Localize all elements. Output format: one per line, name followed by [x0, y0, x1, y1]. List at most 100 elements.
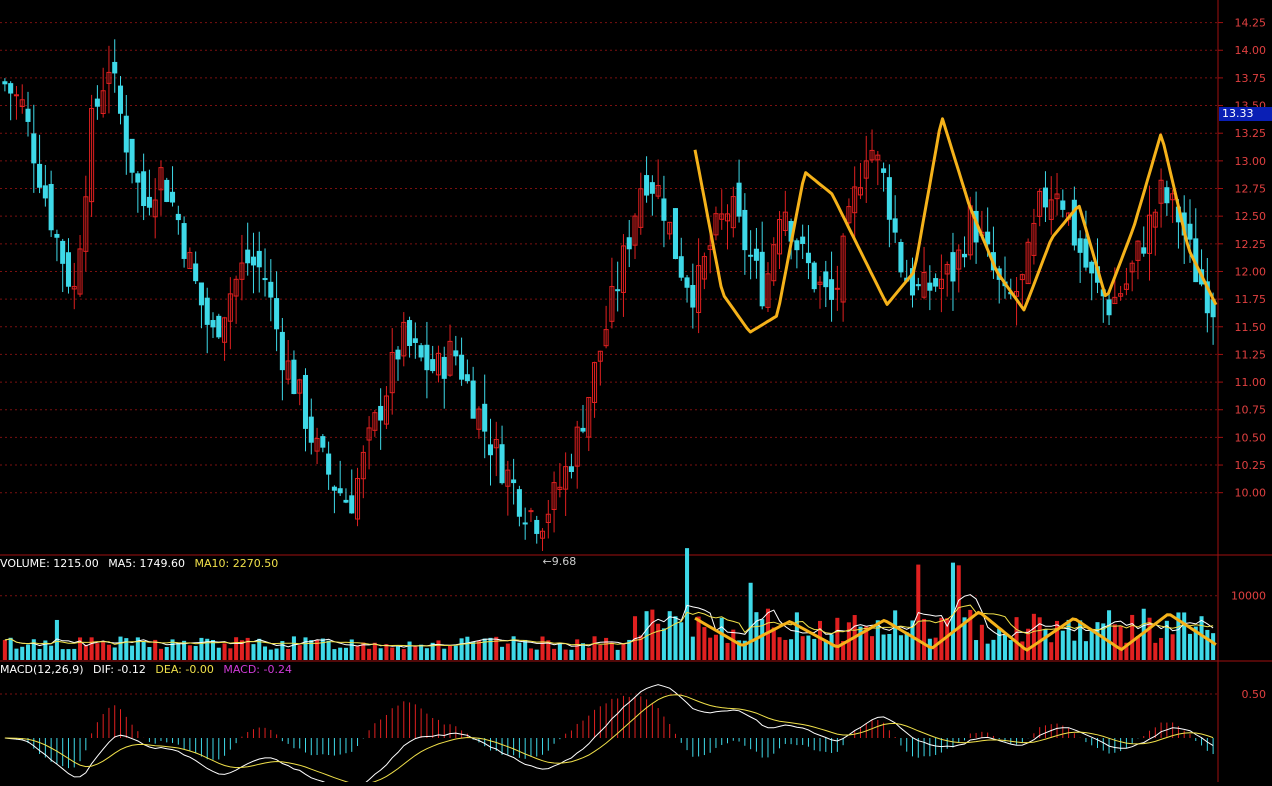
candle-body: [170, 191, 176, 203]
volume-ma10-line: [4, 604, 1214, 647]
volume-bar: [303, 637, 308, 660]
volume-bar: [812, 638, 817, 660]
volume-bar: [199, 637, 204, 660]
volume-bar: [725, 642, 730, 660]
candle-body: [418, 345, 424, 358]
candle-body: [326, 453, 332, 475]
volume-bar: [193, 645, 198, 660]
volume-bar: [390, 647, 395, 660]
volume-bar: [609, 642, 614, 660]
volume-bar: [465, 636, 470, 660]
candle-body: [424, 344, 430, 371]
volume-bar: [37, 648, 42, 660]
volume-bar: [1187, 633, 1193, 660]
candle-body: [378, 405, 384, 421]
volume-bar: [476, 640, 481, 660]
volume-bar: [372, 642, 377, 660]
volume-bar: [1055, 620, 1060, 660]
volume-bar: [8, 637, 13, 660]
candle-body: [430, 359, 436, 372]
macd-title: MACD(12,26,9): [0, 663, 84, 676]
candle-body: [661, 198, 667, 221]
candle-body: [811, 262, 817, 290]
candle-body: [933, 278, 939, 287]
candle-body: [337, 488, 343, 494]
volume-bar: [1199, 616, 1204, 660]
volume-bar: [413, 646, 418, 660]
volume-bar: [794, 612, 799, 660]
price-tick-label: 12.25: [1235, 238, 1267, 251]
candle-body: [962, 253, 968, 258]
volume-ma5-label: MA5: 1749.60: [108, 557, 185, 570]
volume-bar: [708, 637, 713, 660]
candle-body: [927, 282, 933, 291]
volume-bar: [268, 649, 273, 660]
volume-bar: [650, 609, 655, 660]
volume-value-label: VOLUME: 1215.00: [0, 557, 99, 570]
price-tick-label: 12.50: [1235, 210, 1267, 223]
candle-body: [886, 177, 892, 220]
candle-body: [684, 277, 690, 288]
candle-body: [407, 320, 413, 346]
candle-body: [343, 499, 349, 503]
candle-body: [37, 163, 43, 188]
candle-body: [250, 256, 256, 266]
volume-bar: [101, 642, 106, 660]
candle-body: [511, 479, 517, 484]
volume-bar: [997, 628, 1002, 660]
volume-bar: [453, 645, 458, 660]
candle-body: [175, 213, 181, 221]
volume-bar: [384, 644, 389, 660]
price-tick-label: 10.25: [1235, 459, 1267, 472]
candle-body: [8, 83, 14, 94]
volume-bar: [130, 645, 135, 660]
volume-bar: [72, 648, 77, 660]
candle-body: [649, 182, 655, 194]
candle-body: [487, 444, 494, 456]
candle-body: [499, 444, 505, 484]
volume-bar: [187, 645, 192, 660]
volume-bar: [286, 648, 291, 660]
volume-bar: [274, 648, 279, 660]
candle-body: [412, 338, 418, 343]
macd-value-label: MACD: -0.24: [223, 663, 292, 676]
price-tick-label: 11.00: [1235, 376, 1267, 389]
candle-body: [31, 133, 37, 164]
volume-bar: [817, 620, 823, 660]
candle-body: [522, 522, 528, 525]
candle-body: [245, 249, 251, 264]
volume-bar: [1031, 613, 1036, 660]
volume-bar: [1153, 642, 1158, 660]
volume-bar: [263, 646, 268, 660]
candle-body: [453, 350, 459, 357]
volume-bar: [378, 648, 383, 660]
volume-bar: [1002, 634, 1008, 660]
volume-bar: [829, 634, 834, 660]
candle-body: [146, 196, 152, 208]
volume-bar: [395, 646, 401, 660]
volume-bar: [604, 637, 609, 660]
candle-body: [834, 287, 840, 290]
macd-dif-label: DIF: -0.12: [93, 663, 146, 676]
volume-bar: [1211, 633, 1216, 660]
candle-body: [753, 248, 759, 261]
macd-dea-label: DEA: -0.00: [155, 663, 214, 676]
candle-body: [198, 282, 204, 306]
volume-bar: [685, 548, 690, 660]
candle-body: [193, 263, 199, 282]
volume-bar: [106, 644, 111, 660]
volume-bar: [222, 643, 227, 660]
price-tick-label: 13.25: [1235, 127, 1267, 140]
volume-bar: [14, 648, 19, 660]
volume-bar: [500, 646, 505, 660]
volume-bar: [1205, 629, 1210, 660]
candle-body: [644, 175, 650, 196]
candle-body: [60, 240, 66, 264]
volume-bar: [598, 644, 603, 660]
volume-bar: [580, 643, 586, 660]
candle-body: [279, 331, 285, 371]
candle-body: [690, 284, 696, 308]
volume-bar: [679, 622, 684, 660]
stock-chart: 14.2514.0013.7513.5013.2513.0012.7512.50…: [0, 0, 1272, 786]
candle-body: [742, 209, 748, 251]
